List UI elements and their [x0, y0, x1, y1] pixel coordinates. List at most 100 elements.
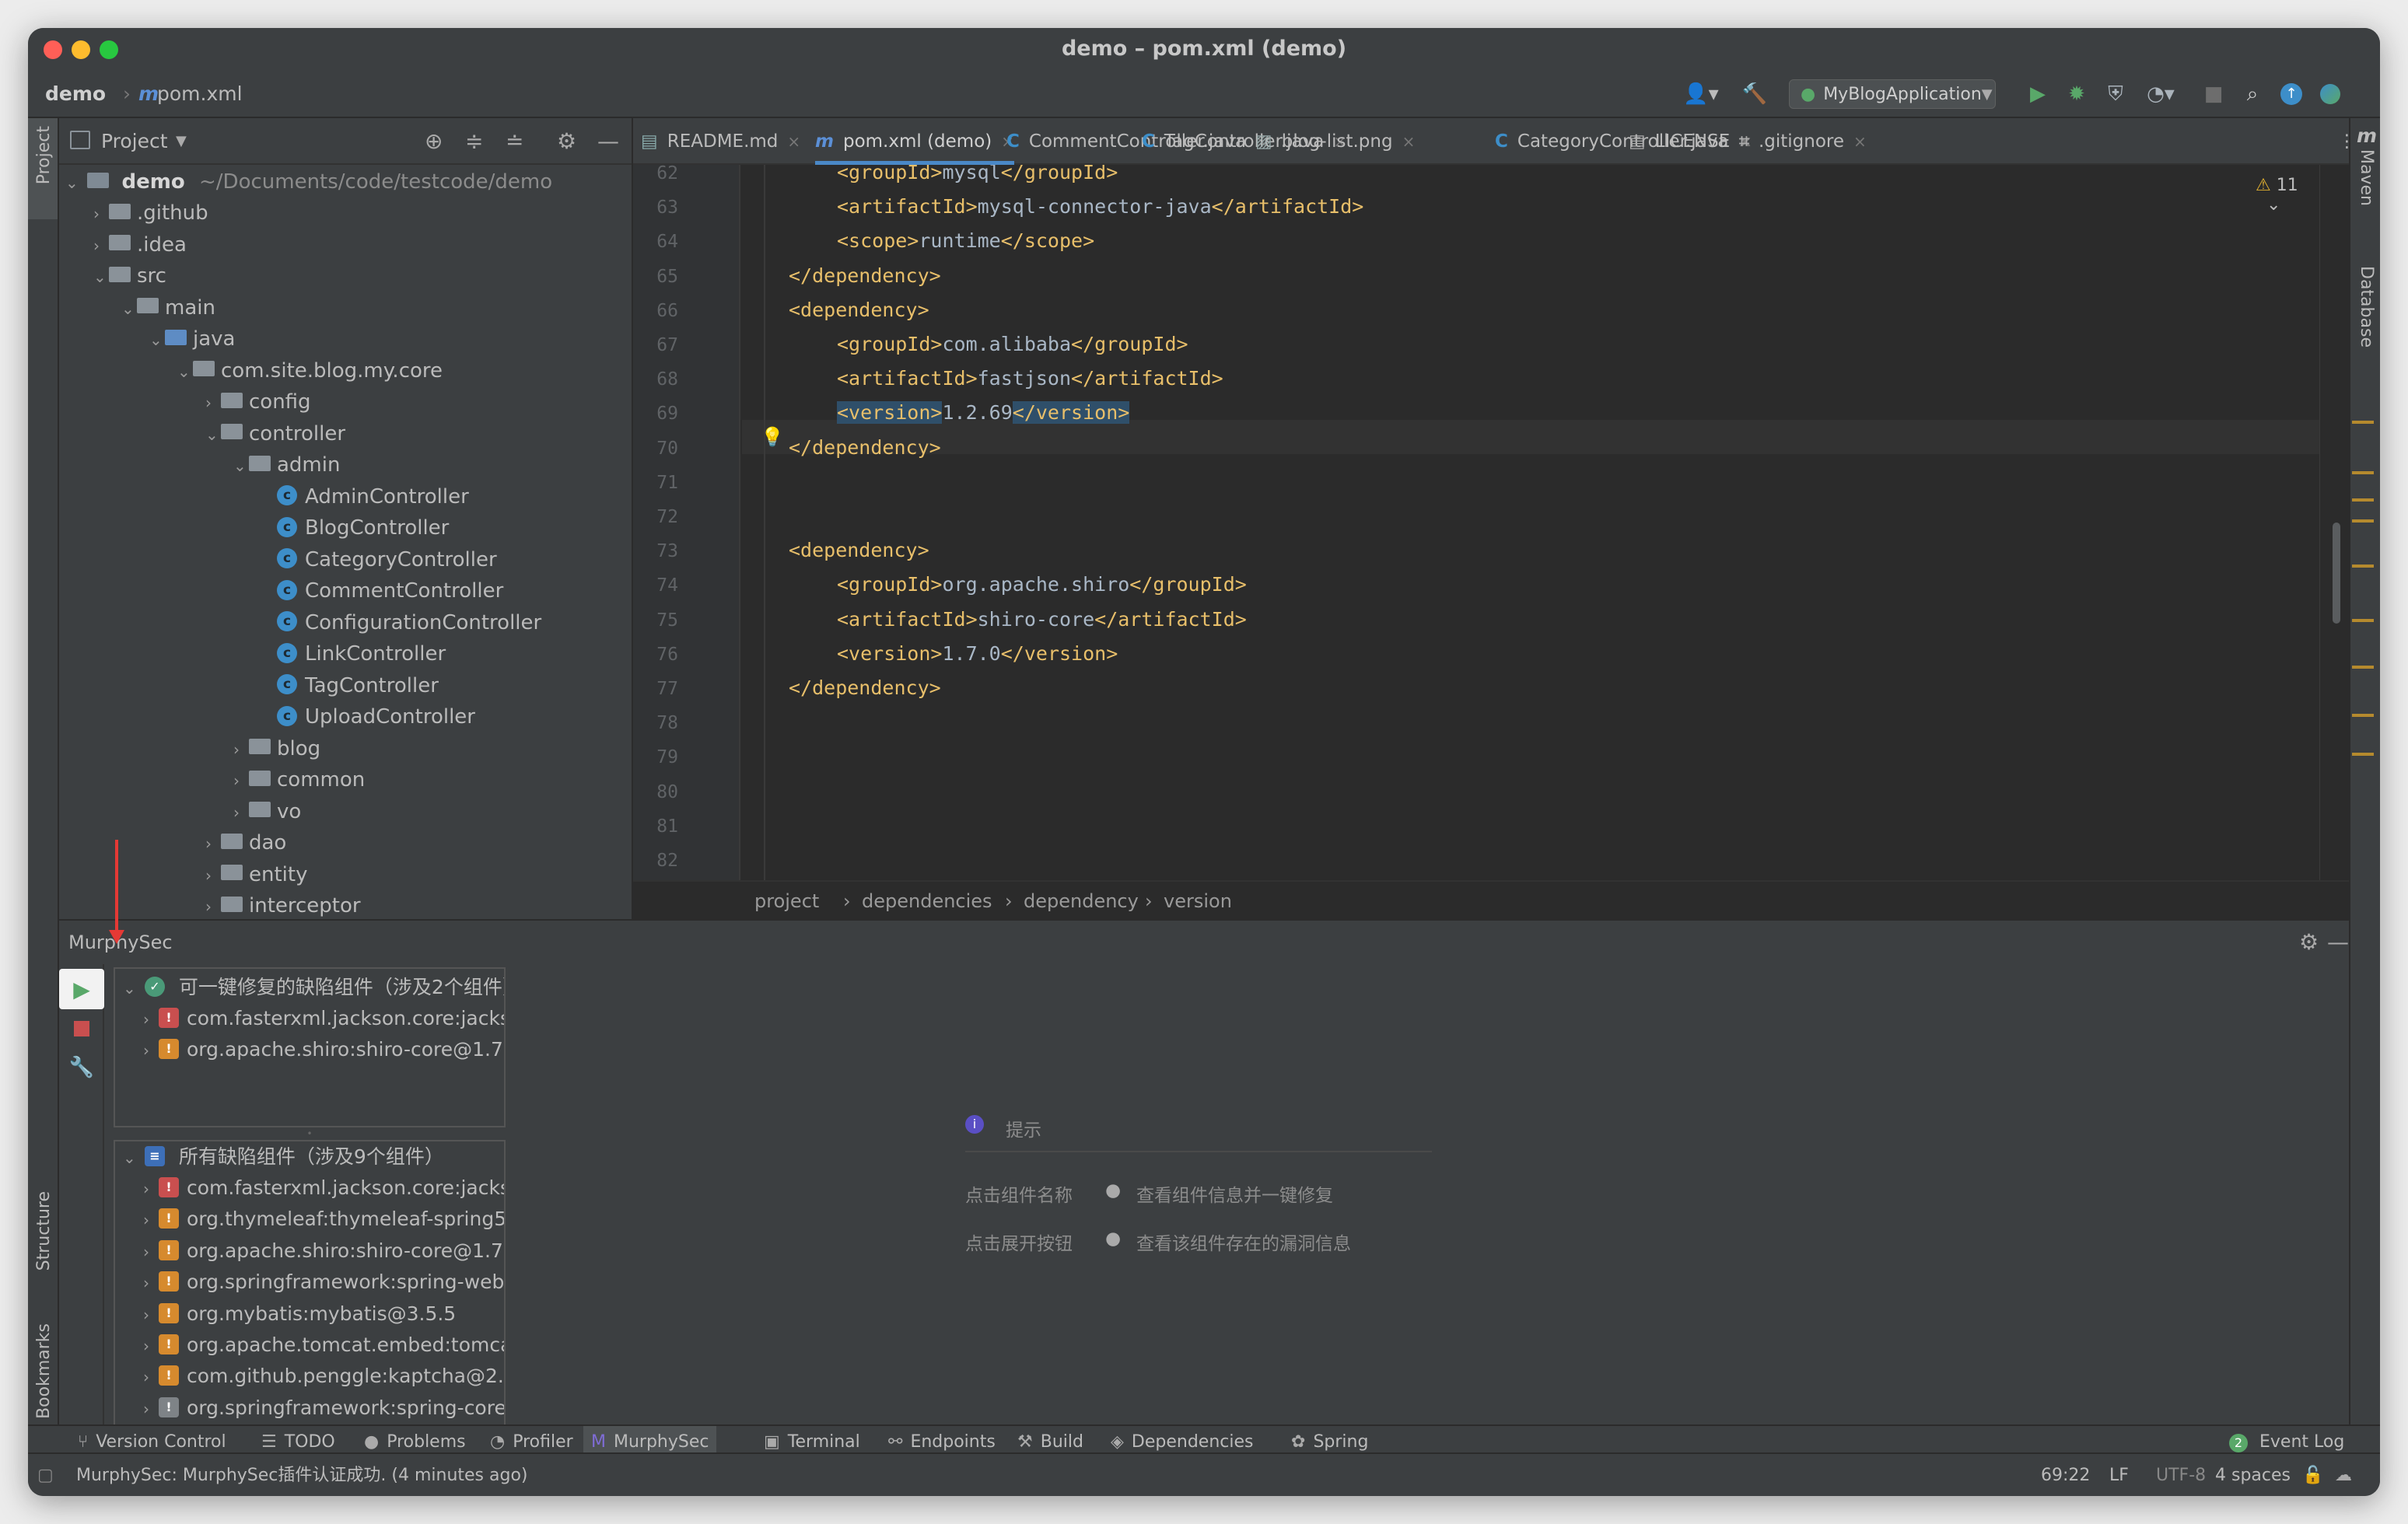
tree-item[interactable]: › .github — [93, 197, 208, 229]
tree-item[interactable]: c UploadController — [261, 701, 475, 732]
maven-tool-label[interactable]: Maven — [2357, 149, 2376, 206]
caret-position[interactable]: 69:22 — [2041, 1454, 2090, 1496]
component-row[interactable]: ›! com.fasterxml.jackson.core:jackson-dat… — [143, 1003, 504, 1035]
component-row[interactable]: ›! org.thymeleaf:thymeleaf-spring5@3.0.11… — [143, 1204, 504, 1236]
close-window-button[interactable] — [44, 40, 62, 59]
breadcrumb-item[interactable]: dependencies — [862, 882, 992, 921]
warning-stripe[interactable] — [2352, 498, 2374, 502]
user-icon[interactable]: 👤▾ — [1680, 79, 1722, 109]
tree-item[interactable]: › common — [233, 764, 365, 795]
more-tabs-icon[interactable]: ⋮ — [2338, 118, 2356, 165]
tree-item[interactable]: c ConfigurationController — [261, 607, 541, 638]
chevron-right-icon[interactable]: › — [143, 1035, 159, 1066]
component-name[interactable]: com.github.penggle:kaptcha@2.3.2 — [187, 1365, 504, 1387]
component-row[interactable]: ›! org.apache.tomcat.embed:tomcat-embed-c… — [143, 1330, 504, 1361]
tree-item[interactable]: ⌄ main — [121, 292, 215, 323]
wrench-icon[interactable]: 🔧 — [67, 1053, 96, 1082]
indent-setting[interactable]: 4 spaces — [2215, 1454, 2291, 1496]
chevron-right-icon[interactable]: › — [143, 1299, 159, 1330]
search-icon[interactable]: ⌕ — [2237, 79, 2268, 109]
chevron-down-icon[interactable]: ⌄ — [205, 419, 221, 450]
hide-icon[interactable]: — — [597, 118, 619, 165]
component-name[interactable]: org.mybatis:mybatis@3.5.5 — [187, 1302, 456, 1325]
chevron-down-icon[interactable]: ⌄ — [121, 293, 137, 324]
chevron-down-icon[interactable]: ⌄ — [2266, 195, 2280, 215]
collapse-all-icon[interactable]: ≐ — [506, 118, 523, 165]
component-row[interactable]: ›! org.mybatis:mybatis@3.5.5 — [143, 1299, 456, 1330]
breadcrumb-item[interactable]: version — [1164, 882, 1232, 921]
gear-icon[interactable]: ⚙ — [2299, 921, 2319, 964]
minimize-window-button[interactable] — [72, 40, 90, 59]
lock-icon[interactable]: 🔓 — [2302, 1454, 2323, 1496]
build-hammer-icon[interactable]: 🔨 — [1739, 79, 1770, 109]
tree-item[interactable]: ⌄ com.site.blog.my.core — [177, 355, 443, 386]
stop-scan-button[interactable] — [67, 1014, 96, 1043]
intention-bulb-icon[interactable]: 💡 — [761, 426, 784, 448]
panel-toggle-icon[interactable]: ▢ — [37, 1454, 54, 1496]
expand-all-icon[interactable]: ≑ — [465, 118, 483, 165]
database-tool-label[interactable]: Database — [2357, 266, 2376, 348]
editor-tab[interactable]: ▨ blog-list.png × — [1255, 118, 1415, 165]
component-name[interactable]: org.thymeleaf:thymeleaf-spring5@3.0.11.R… — [187, 1208, 504, 1230]
tree-item[interactable]: › .idea — [93, 229, 187, 260]
warning-stripe[interactable] — [2352, 619, 2374, 622]
chevron-right-icon[interactable]: › — [93, 198, 109, 229]
component-name[interactable]: org.apache.shiro:shiro-core@1.7.0 — [187, 1239, 504, 1262]
code-with-me-icon[interactable] — [2315, 79, 2346, 109]
chevron-right-icon[interactable]: › — [143, 1173, 159, 1204]
chevron-right-icon[interactable]: › — [233, 797, 249, 828]
component-row[interactable]: ›! org.springframework:spring-web@5.2.12.… — [143, 1267, 504, 1299]
warning-stripe[interactable] — [2352, 471, 2374, 474]
chevron-right-icon[interactable]: › — [143, 1004, 159, 1035]
chevron-right-icon[interactable]: › — [205, 828, 221, 859]
status-message[interactable]: MurphySec: MurphySec插件认证成功. (4 minutes a… — [76, 1454, 528, 1496]
editor-tab[interactable]: m pom.xml (demo) × — [815, 118, 1015, 165]
chevron-down-icon[interactable]: ▼ — [176, 118, 187, 165]
locate-icon[interactable]: ⊕ — [425, 118, 443, 165]
component-row[interactable]: ›! org.apache.shiro:shiro-core@1.7.0 — [143, 1236, 504, 1267]
editor-tab[interactable]: ▤ LICENSE × — [1629, 118, 1752, 165]
chevron-down-icon[interactable]: ⌄ — [93, 261, 109, 292]
tree-item[interactable]: › dao — [205, 827, 286, 858]
warning-stripe[interactable] — [2352, 714, 2374, 717]
stop-icon[interactable]: ■ — [2198, 79, 2229, 109]
warning-stripe[interactable] — [2352, 753, 2374, 756]
run-icon[interactable]: ▶ — [2022, 79, 2053, 109]
component-name[interactable]: org.springframework:spring-web@5.2.12.RE… — [187, 1271, 504, 1293]
chevron-down-icon[interactable]: ⌄ — [149, 324, 165, 355]
chevron-right-icon[interactable]: › — [143, 1393, 159, 1424]
warning-stripe[interactable] — [2352, 519, 2374, 523]
line-separator[interactable]: LF — [2109, 1454, 2129, 1496]
breadcrumb-item[interactable]: project — [754, 882, 819, 921]
component-row[interactable]: ›! org.apache.shiro:shiro-core@1.7.0 — [143, 1034, 504, 1066]
all-header-row[interactable]: ⌄ ≡ 所有缺陷组件（涉及9个组件） — [123, 1141, 444, 1173]
chevron-down-icon[interactable]: ⌄ — [123, 973, 138, 1004]
tree-item[interactable]: ⌄ src — [93, 260, 166, 292]
run-config-select[interactable]: ● MyBlogApplication ▼ — [1789, 79, 1996, 109]
warning-stripe[interactable] — [2352, 421, 2374, 424]
coverage-icon[interactable]: ⛨ — [2100, 79, 2131, 109]
tree-item[interactable]: ⌄ admin — [233, 449, 340, 481]
tree-item[interactable]: › config — [205, 386, 311, 418]
gear-icon[interactable]: ⚙ — [557, 118, 576, 165]
tree-item[interactable]: c CategoryController — [261, 544, 497, 575]
tree-root[interactable]: ⌄ demo ~/Documents/code/testcode/demo — [65, 166, 552, 197]
nav-file[interactable]: pom.xml — [157, 70, 243, 118]
tree-item[interactable]: c TagController — [261, 670, 439, 701]
chevron-right-icon[interactable]: › — [143, 1204, 159, 1236]
zoom-window-button[interactable] — [100, 40, 118, 59]
nav-project[interactable]: demo — [45, 70, 106, 118]
component-row[interactable]: ›! com.fasterxml.jackson.core:jackson-dat… — [143, 1173, 504, 1204]
component-name[interactable]: org.apache.tomcat.embed:tomcat-embed-cor… — [187, 1334, 504, 1356]
update-icon[interactable]: ↑ — [2276, 79, 2307, 109]
scroll-thumb[interactable] — [2333, 523, 2340, 624]
tree-item[interactable]: › entity — [205, 859, 307, 890]
tree-item[interactable]: › interceptor — [205, 890, 361, 917]
fixable-header-row[interactable]: ⌄ ✓ 可一键修复的缺陷组件（涉及2个组件） — [123, 972, 504, 1004]
chevron-right-icon[interactable]: › — [143, 1267, 159, 1299]
close-icon[interactable]: × — [1402, 132, 1416, 151]
close-icon[interactable]: × — [1853, 132, 1867, 151]
component-name[interactable]: org.apache.shiro:shiro-core@1.7.0 — [187, 1038, 504, 1061]
chevron-down-icon[interactable]: ⌄ — [233, 450, 249, 481]
close-icon[interactable]: × — [787, 132, 800, 151]
